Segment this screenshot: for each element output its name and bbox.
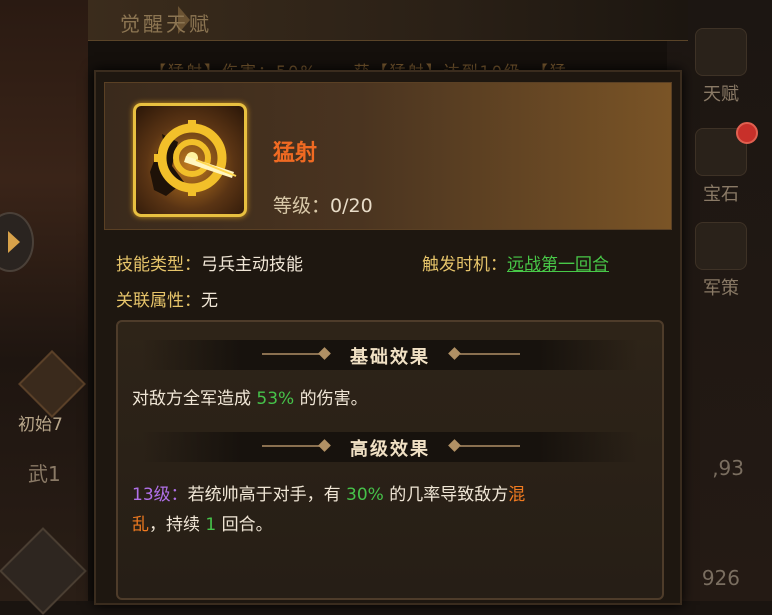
- talent-tab-label: 天赋: [703, 84, 739, 105]
- related-attr-row: 关联属性：无: [116, 286, 218, 311]
- basic-effect-header: 基础效果: [142, 340, 638, 370]
- bow-target-icon: [150, 120, 237, 196]
- skill-level: 等级：0/20: [273, 191, 373, 218]
- basic-text-pre: 对敌方全军造成: [132, 389, 257, 409]
- gem-tab-label: 宝石: [703, 184, 739, 205]
- left-sidebar-background: [0, 0, 88, 601]
- advanced-text-3: ，持续: [149, 515, 206, 535]
- advanced-level-tag: 13级：: [132, 485, 188, 505]
- right-stat-value: ,93: [712, 456, 744, 480]
- basic-text-post: 的伤害。: [294, 389, 368, 409]
- trigger-value-link[interactable]: 远战第一回合: [507, 255, 609, 275]
- left-label: 初始7: [18, 415, 63, 435]
- left-stat-label: 武1: [28, 462, 61, 486]
- status-confusion-b: 乱: [132, 515, 149, 535]
- right-stat-value-2: 926: [701, 566, 740, 590]
- advanced-text-4: 回合。: [216, 515, 273, 535]
- advanced-effect-header: 高级效果: [142, 432, 638, 462]
- talent-icon: [695, 28, 747, 76]
- related-attr-value: 无: [201, 291, 218, 311]
- notification-badge: [736, 122, 758, 144]
- advanced-effect-title: 高级效果: [350, 439, 430, 460]
- advanced-turns: 1: [205, 515, 217, 535]
- advanced-text-2: 的几率导致敌方: [383, 485, 509, 505]
- skill-level-value: 0/20: [330, 195, 373, 217]
- strategy-icon: [695, 222, 747, 270]
- ornament-right: [450, 353, 520, 357]
- trigger-row: 触发时机：远战第一回合: [422, 250, 609, 275]
- ornament-right: [450, 445, 520, 449]
- status-confusion-a: 混: [508, 485, 526, 505]
- basic-damage-percent: 53%: [256, 389, 295, 409]
- skill-name: 猛射: [273, 141, 318, 166]
- advanced-effect-text: 13级：若统帅高于对手，有 30% 的几率导致敌方混乱，持续 1 回合。: [132, 480, 646, 540]
- background-header-title: 觉醒天赋: [120, 12, 212, 36]
- effect-box: 基础效果 对敌方全军造成 53% 的伤害。 高级效果 13级：若统帅高于对手，有…: [116, 320, 664, 600]
- strategy-tab-button[interactable]: 军策: [688, 222, 754, 306]
- skill-type-key: 技能类型：: [116, 255, 201, 275]
- skill-header: 猛射 等级：0/20: [104, 82, 672, 230]
- skill-type-value: 弓兵主动技能: [201, 255, 303, 275]
- skill-icon-frame: [133, 103, 247, 217]
- advanced-chance-percent: 30%: [346, 485, 384, 505]
- skill-level-label: 等级：: [273, 195, 331, 217]
- talent-tab-button[interactable]: 天赋: [688, 28, 754, 112]
- trigger-key: 触发时机：: [422, 255, 507, 275]
- advanced-text-1: 若统帅高于对手，有: [187, 485, 347, 505]
- skill-detail-popup: 猛射 等级：0/20 技能类型：弓兵主动技能 触发时机：远战第一回合 关联属性：…: [94, 70, 682, 605]
- basic-effect-title: 基础效果: [350, 347, 430, 368]
- skill-type-row: 技能类型：弓兵主动技能: [116, 250, 303, 275]
- basic-effect-text: 对敌方全军造成 53% 的伤害。: [132, 384, 646, 414]
- strategy-tab-label: 军策: [703, 278, 739, 299]
- related-attr-key: 关联属性：: [116, 291, 201, 311]
